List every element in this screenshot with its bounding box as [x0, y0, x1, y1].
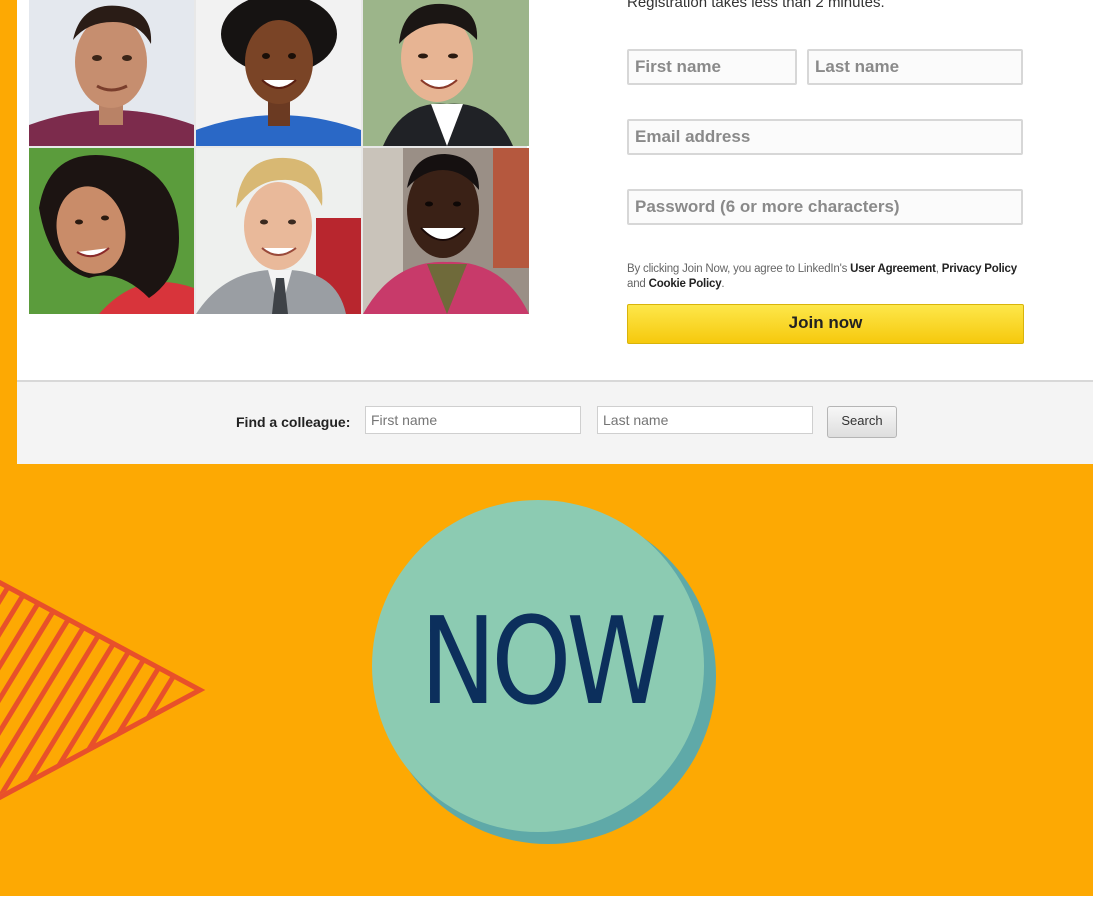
- photo-man-3: [196, 148, 361, 314]
- people-photo-grid: [29, 0, 529, 314]
- photo-woman-2: [29, 148, 194, 314]
- bottom-strip: [0, 896, 1093, 903]
- colleague-last-name-input[interactable]: [597, 406, 813, 434]
- photo-woman-1: [196, 0, 361, 146]
- now-headline: NOW: [420, 593, 667, 732]
- password-field[interactable]: [627, 189, 1023, 225]
- find-colleague-bar: Find a colleague: Search: [17, 380, 1093, 464]
- photo-man-4: [363, 148, 529, 314]
- terms-prefix: By clicking Join Now, you agree to Linke…: [627, 263, 848, 275]
- terms-text: By clicking Join Now, you agree to Linke…: [627, 263, 1017, 290]
- privacy-policy-link[interactable]: Privacy Policy: [942, 263, 1017, 275]
- user-agreement-link[interactable]: User Agreement: [850, 263, 936, 275]
- join-now-button[interactable]: Join now: [627, 304, 1024, 344]
- photo-man-1: [29, 0, 194, 146]
- photo-man-2: [363, 0, 529, 146]
- signup-panel: Registration takes less than 2 minutes. …: [17, 0, 1093, 464]
- registration-note: Registration takes less than 2 minutes.: [627, 0, 885, 11]
- find-colleague-label: Find a colleague:: [236, 414, 351, 430]
- terms-and: and: [627, 278, 646, 290]
- cookie-policy-link[interactable]: Cookie Policy: [649, 278, 722, 290]
- first-name-field[interactable]: [627, 49, 797, 85]
- email-field[interactable]: [627, 119, 1023, 155]
- last-name-field[interactable]: [807, 49, 1023, 85]
- striped-triangle-shape: [0, 522, 206, 857]
- colleague-first-name-input[interactable]: [365, 406, 581, 434]
- colleague-search-button[interactable]: Search: [827, 406, 897, 438]
